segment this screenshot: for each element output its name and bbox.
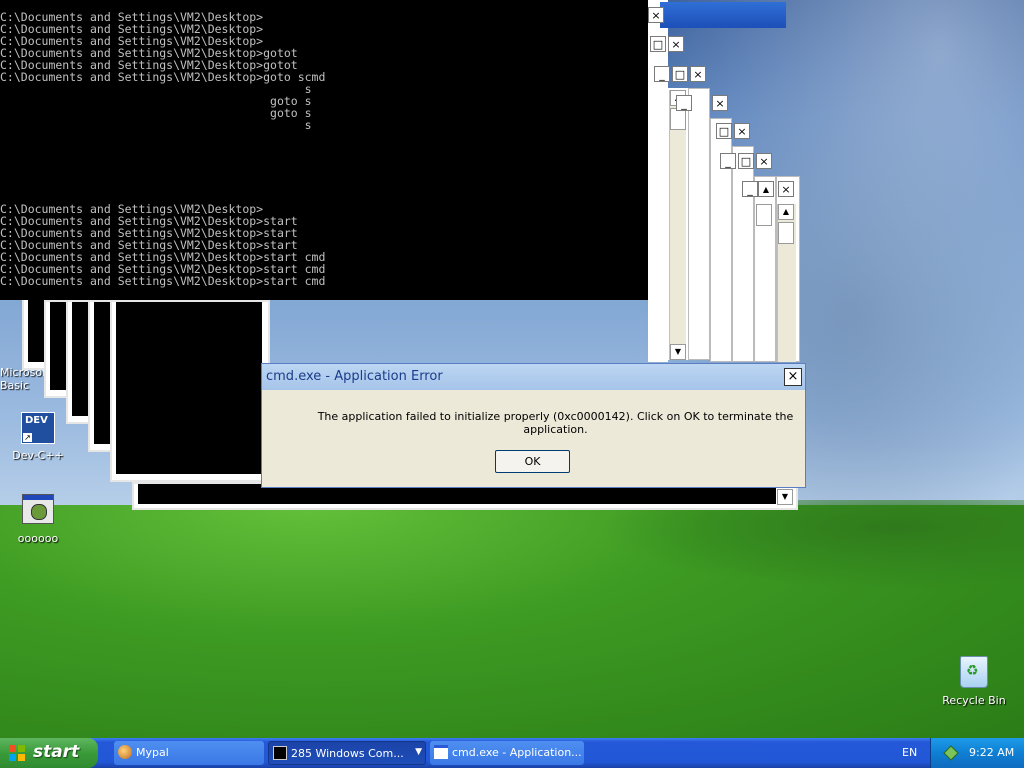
maximize-button[interactable]: □	[738, 153, 754, 169]
close-button[interactable]: ×	[734, 123, 750, 139]
minimize-button[interactable]: _	[742, 181, 758, 197]
taskbar-task-mypal[interactable]: Mypal	[114, 741, 264, 765]
minimize-button[interactable]: _	[676, 95, 692, 111]
wallpaper-hill-shade	[600, 500, 1024, 590]
maximize-button[interactable]: □	[716, 123, 732, 139]
scroll-thumb[interactable]	[778, 222, 794, 244]
close-button[interactable]: ×	[690, 66, 706, 82]
dialog-message: The application failed to initialize pro…	[317, 410, 794, 436]
console-line: s	[0, 118, 312, 132]
close-button[interactable]: ×	[712, 95, 728, 111]
chevron-down-icon: ▼	[415, 747, 422, 757]
dialog-titlebar[interactable]: cmd.exe - Application Error ×	[262, 364, 805, 390]
desktop-icon-label: Dev-C++	[12, 449, 64, 462]
desktop-icon-label: Recycle Bin	[942, 694, 1006, 707]
cmd-window-frame-a[interactable]	[648, 0, 668, 362]
cmd-window-frame-e[interactable]	[732, 146, 754, 362]
start-button[interactable]: start	[0, 738, 98, 768]
scroll-thumb[interactable]	[756, 204, 772, 226]
language-indicator[interactable]: EN	[902, 746, 917, 759]
taskbar-task-label: Mypal	[136, 746, 169, 759]
taskbar-task-cmd-group[interactable]: 285 Windows Com... ▼	[268, 741, 426, 765]
scrollbar[interactable]: ▲	[777, 204, 796, 362]
scroll-down-button[interactable]: ▼	[670, 344, 686, 360]
close-button[interactable]: ×	[756, 153, 772, 169]
cmd-icon	[273, 746, 287, 760]
window-titlebar[interactable]	[660, 2, 786, 28]
ok-button[interactable]: OK	[495, 450, 570, 473]
system-tray: 9:22 AM	[930, 738, 1024, 768]
dev-cpp-icon: DEV ↗	[21, 412, 55, 444]
window-icon	[434, 745, 448, 759]
shortcut-arrow-icon: ↗	[23, 433, 32, 442]
close-button[interactable]: ×	[778, 181, 794, 197]
desktop-icon-oooooo[interactable]: oooooo	[8, 494, 68, 545]
taskbar-task-label: 285 Windows Com...	[291, 747, 404, 760]
clock[interactable]: 9:22 AM	[969, 746, 1014, 759]
scrollbar[interactable]: ▲ ▼	[669, 90, 686, 360]
minimize-button[interactable]: _	[654, 66, 670, 82]
desktop: Microsoft Basic DEV ↗ Dev-C++ oooooo ♻ R…	[0, 0, 1024, 738]
cmd-window-cascade-5[interactable]	[110, 300, 270, 482]
recycle-bin-icon: ♻	[960, 656, 988, 688]
dialog-title: cmd.exe - Application Error	[266, 369, 443, 384]
dev-icon-text: DEV	[25, 415, 48, 426]
maximize-button[interactable]: □	[650, 36, 666, 52]
minimize-button[interactable]: _	[720, 153, 736, 169]
scroll-thumb[interactable]	[670, 108, 686, 130]
close-button[interactable]: ×	[668, 36, 684, 52]
scroll-up-button[interactable]: ▲	[758, 181, 774, 197]
console-output[interactable]: C:\Documents and Settings\VM2\Desktop> C:…	[0, 0, 648, 300]
console-line: C:\Documents and Settings\VM2\Desktop>st…	[0, 274, 326, 288]
desktop-icon-label: oooooo	[17, 532, 59, 545]
cmd-window-frame-c[interactable]	[688, 88, 710, 360]
taskbar: start Mypal 285 Windows Com... ▼ cmd.exe…	[0, 738, 1024, 768]
close-button[interactable]: ×	[648, 7, 664, 23]
maximize-button[interactable]: □	[672, 66, 688, 82]
scroll-up-button[interactable]: ▲	[778, 204, 794, 220]
windows-logo-icon	[9, 745, 25, 761]
scroll-down-button[interactable]: ▼	[777, 489, 793, 505]
desktop-icon-dev-cpp[interactable]: DEV ↗ Dev-C++	[8, 412, 68, 462]
desktop-icon-recycle-bin[interactable]: ♻ Recycle Bin	[940, 656, 1008, 707]
error-dialog[interactable]: cmd.exe - Application Error × The applic…	[261, 363, 806, 488]
dialog-close-button[interactable]: ×	[784, 368, 802, 386]
program-icon	[22, 494, 54, 524]
start-label: start	[33, 742, 80, 762]
taskbar-task-label: cmd.exe - Application...	[452, 746, 582, 759]
taskbar-task-error-dialog[interactable]: cmd.exe - Application...	[430, 741, 584, 765]
mypal-icon	[118, 745, 132, 759]
network-icon[interactable]	[943, 745, 959, 761]
